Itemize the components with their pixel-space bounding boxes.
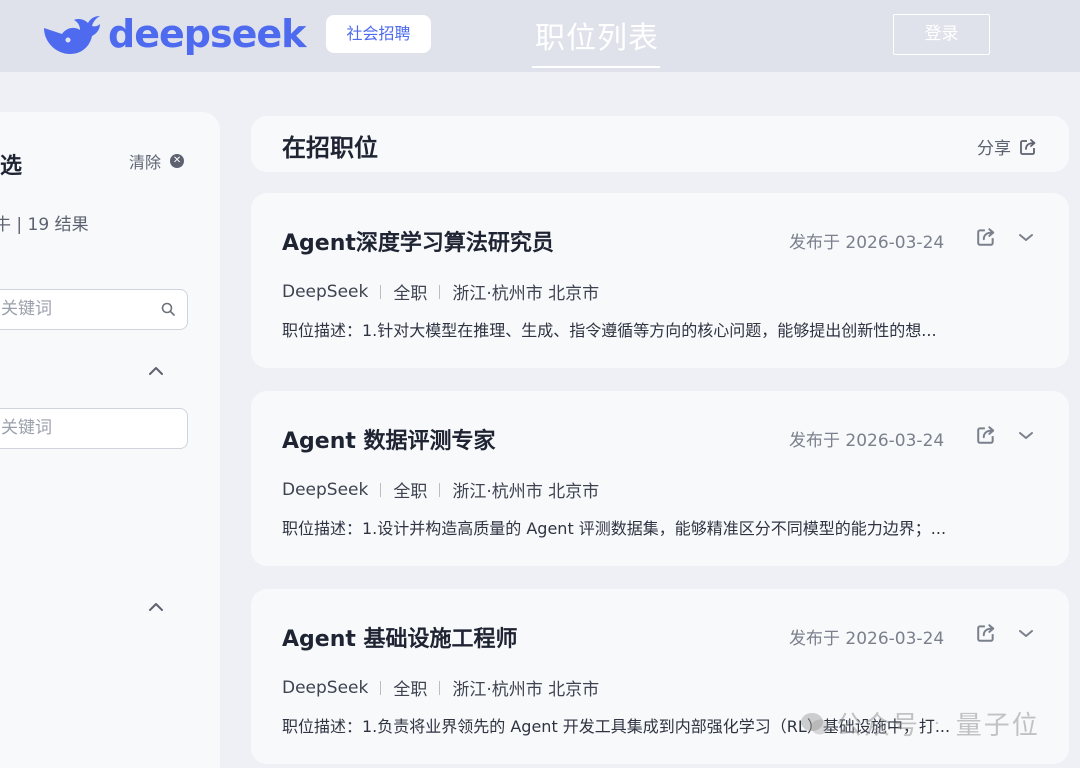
section-header: 在招职位 分享 xyxy=(251,116,1069,172)
chevron-up-icon[interactable] xyxy=(148,360,164,381)
job-type: 全职 xyxy=(393,284,428,304)
job-type: 全职 xyxy=(393,482,428,502)
job-title[interactable]: Agent深度学习算法研究员 xyxy=(282,225,554,257)
job-location: 浙江·杭州市 北京市 xyxy=(452,284,600,304)
job-publish-date: 发布于 2026-03-24 xyxy=(789,629,945,649)
share-label: 分享 xyxy=(977,139,1011,159)
share-button[interactable]: 分享 xyxy=(977,134,1037,159)
clear-filters-button[interactable]: 清除 ✕ xyxy=(129,149,185,173)
job-description: 职位描述：1.设计并构造高质量的 Agent 评测数据集，能够精准区分不同模型的… xyxy=(282,519,947,538)
meta-divider xyxy=(380,482,382,497)
chevron-down-icon[interactable] xyxy=(1016,425,1036,445)
job-card[interactable]: Agent深度学习算法研究员 发布于 2026-03-24 DeepSeek 全… xyxy=(251,193,1069,368)
watermark-right: 量子位 xyxy=(955,711,1040,741)
job-card[interactable]: Agent 数据评测专家 发布于 2026-03-24 DeepSeek 全职 … xyxy=(251,391,1069,566)
job-location: 浙江·杭州市 北京市 xyxy=(452,680,600,700)
keyword-placeholder: 关键词 xyxy=(1,418,52,438)
job-location: 浙江·杭州市 北京市 xyxy=(452,482,600,502)
job-company: DeepSeek xyxy=(282,479,369,500)
keyword-filter-input[interactable]: 关键词 xyxy=(0,408,188,449)
meta-divider xyxy=(380,680,382,695)
filter-title: 选 xyxy=(0,154,23,179)
job-title[interactable]: Agent 基础设施工程师 xyxy=(282,621,518,653)
job-company: DeepSeek xyxy=(282,677,369,698)
watermark-left: 公众号 xyxy=(836,711,921,741)
social-recruit-badge[interactable]: 社会招聘 xyxy=(326,15,431,53)
chevron-down-icon[interactable] xyxy=(1016,623,1036,643)
chevron-up-icon[interactable] xyxy=(148,596,164,617)
job-publish-date: 发布于 2026-03-24 xyxy=(789,233,945,253)
job-title[interactable]: Agent 数据评测专家 xyxy=(282,423,496,455)
watermark-dot: · xyxy=(934,713,942,734)
job-meta: DeepSeek 全职 浙江·杭州市 北京市 xyxy=(282,675,600,701)
meta-divider xyxy=(380,284,382,299)
section-title: 在招职位 xyxy=(282,134,378,162)
top-header: deepseek 社会招聘 职位列表 登录 xyxy=(0,0,1080,72)
logo-text: deepseek xyxy=(108,12,306,56)
nav-job-list[interactable]: 职位列表 xyxy=(535,13,659,57)
job-type: 全职 xyxy=(393,680,428,700)
deepseek-logo[interactable]: deepseek xyxy=(38,10,306,58)
login-button[interactable]: 登录 xyxy=(893,14,990,55)
job-meta: DeepSeek 全职 浙江·杭州市 北京市 xyxy=(282,279,600,305)
nav-active-underline xyxy=(532,66,660,68)
meta-divider xyxy=(439,482,441,497)
job-description: 职位描述：1.针对大模型在推理、生成、指令遵循等方向的核心问题，能够提出创新性的… xyxy=(282,321,937,340)
meta-divider xyxy=(439,680,441,695)
keyword-search-input[interactable]: 关键词 xyxy=(0,289,188,330)
share-icon[interactable] xyxy=(976,227,996,247)
keyword-placeholder: 关键词 xyxy=(1,299,52,319)
share-icon[interactable] xyxy=(976,623,996,643)
whale-icon xyxy=(44,16,100,54)
job-company: DeepSeek xyxy=(282,281,369,302)
share-icon xyxy=(1020,138,1036,155)
clear-label: 清除 xyxy=(129,153,162,172)
job-meta: DeepSeek 全职 浙江·杭州市 北京市 xyxy=(282,477,600,503)
wechat-icon xyxy=(801,712,829,734)
chevron-down-icon[interactable] xyxy=(1016,227,1036,247)
close-circle-icon: ✕ xyxy=(170,154,185,168)
watermark: 公众号 · 量子位 xyxy=(800,705,1040,742)
share-icon[interactable] xyxy=(976,425,996,445)
filter-sidebar: 选 清除 ✕ 牛 | 19 结果 关键词 关键词 xyxy=(0,112,220,768)
search-icon[interactable] xyxy=(161,302,175,316)
job-publish-date: 发布于 2026-03-24 xyxy=(789,431,945,451)
meta-divider xyxy=(439,284,441,299)
result-count: 牛 | 19 结果 xyxy=(0,215,89,235)
